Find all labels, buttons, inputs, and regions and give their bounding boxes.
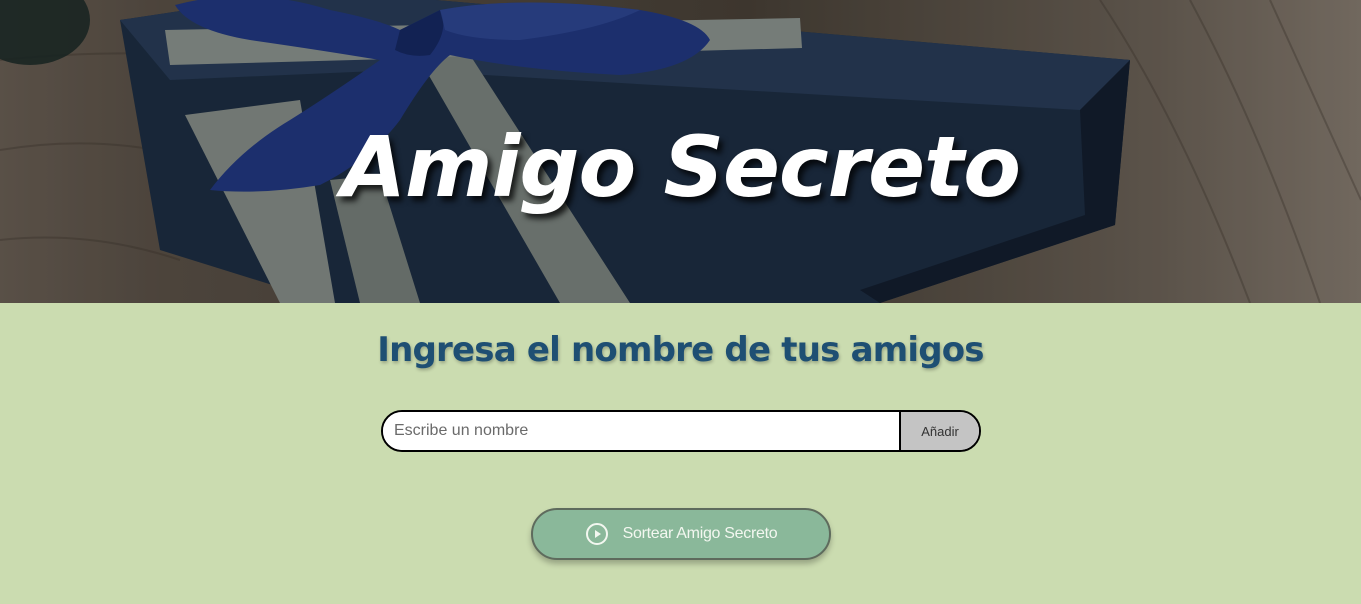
friend-name-input[interactable] (383, 412, 899, 450)
draw-button-label: Sortear Amigo Secreto (622, 525, 778, 542)
add-friend-form: Añadir (381, 410, 981, 452)
hero-banner: Amigo Secreto (0, 0, 1361, 303)
app-title: Amigo Secreto (341, 118, 1021, 216)
play-circle-icon (585, 522, 609, 546)
draw-secret-friend-button[interactable]: Sortear Amigo Secreto (531, 508, 831, 560)
page: Amigo Secreto Ingresa el nombre de tus a… (0, 0, 1361, 604)
section-heading: Ingresa el nombre de tus amigos (377, 330, 984, 370)
add-button[interactable]: Añadir (899, 412, 979, 450)
